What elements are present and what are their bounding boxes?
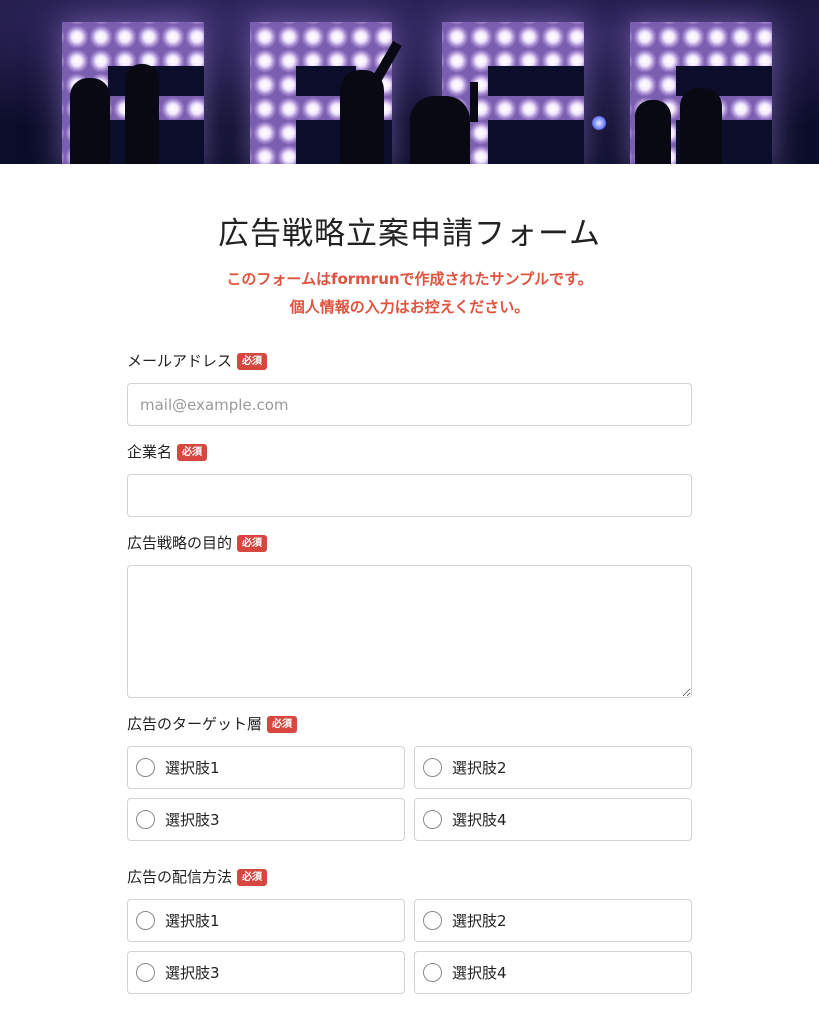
email-input[interactable]	[127, 383, 692, 426]
delivery-label-row: 広告の配信方法 必須	[127, 865, 692, 889]
target-option-1[interactable]: 選択肢1	[127, 746, 405, 789]
notice-line-2: 個人情報の入力はお控えください。	[289, 298, 530, 316]
target-radio-group: 選択肢1 選択肢2 選択肢3 選択肢4	[127, 746, 692, 841]
silhouette-person	[410, 96, 470, 164]
target-label-row: 広告のターゲット層 必須	[127, 712, 692, 736]
radio-circle-icon[interactable]	[136, 911, 155, 930]
delivery-radio-group: 選択肢1 選択肢2 選択肢3 選択肢4	[127, 899, 692, 994]
silhouette-person	[125, 64, 159, 164]
delivery-option-4[interactable]: 選択肢4	[414, 951, 692, 994]
company-input[interactable]	[127, 474, 692, 517]
option-label: 選択肢4	[452, 964, 507, 982]
target-field-group: 広告のターゲット層 必須 選択肢1 選択肢2 選択肢3 選択肢4	[127, 712, 692, 841]
delivery-field-group: 広告の配信方法 必須 選択肢1 選択肢2 選択肢3 選択肢4	[127, 865, 692, 994]
silhouette-person	[680, 88, 722, 164]
purpose-field-group: 広告戦略の目的 必須	[127, 531, 692, 698]
email-label-row: メールアドレス 必須	[127, 349, 692, 373]
delivery-option-3[interactable]: 選択肢3	[127, 951, 405, 994]
company-label: 企業名	[127, 443, 173, 461]
purpose-label: 広告戦略の目的	[127, 534, 233, 552]
hero-banner-image	[0, 0, 819, 164]
target-label: 広告のターゲット層	[127, 715, 263, 733]
option-label: 選択肢3	[165, 964, 220, 982]
notice-line-1: このフォームはformrunで作成されたサンプルです。	[226, 270, 593, 288]
target-option-4[interactable]: 選択肢4	[414, 798, 692, 841]
radio-circle-icon[interactable]	[423, 810, 442, 829]
required-badge: 必須	[237, 869, 268, 886]
target-option-2[interactable]: 選択肢2	[414, 746, 692, 789]
option-label: 選択肢2	[452, 759, 507, 777]
radio-circle-icon[interactable]	[423, 911, 442, 930]
silhouette-person	[70, 78, 110, 164]
sample-notice: このフォームはformrunで作成されたサンプルです。 個人情報の入力はお控えく…	[127, 265, 692, 321]
radio-circle-icon[interactable]	[136, 963, 155, 982]
form-title: 広告戦略立案申請フォーム	[217, 216, 602, 252]
silhouette-person	[635, 100, 671, 164]
required-badge: 必須	[237, 535, 268, 552]
option-label: 選択肢1	[165, 912, 220, 930]
email-label: メールアドレス	[127, 352, 233, 370]
radio-circle-icon[interactable]	[423, 758, 442, 777]
delivery-label: 広告の配信方法	[127, 868, 233, 886]
radio-circle-icon[interactable]	[136, 810, 155, 829]
required-badge: 必須	[267, 716, 298, 733]
option-label: 選択肢2	[452, 912, 507, 930]
purpose-label-row: 広告戦略の目的 必須	[127, 531, 692, 555]
radio-circle-icon[interactable]	[136, 758, 155, 777]
email-field-group: メールアドレス 必須	[127, 349, 692, 426]
form-container: 広告戦略立案申請フォーム このフォームはformrunで作成されたサンプルです。…	[127, 164, 692, 994]
required-badge: 必須	[237, 353, 268, 370]
option-label: 選択肢3	[165, 811, 220, 829]
target-option-3[interactable]: 選択肢3	[127, 798, 405, 841]
company-field-group: 企業名 必須	[127, 440, 692, 517]
company-label-row: 企業名 必須	[127, 440, 692, 464]
stage-spotlight-icon	[592, 116, 606, 130]
delivery-option-1[interactable]: 選択肢1	[127, 899, 405, 942]
option-label: 選択肢4	[452, 811, 507, 829]
required-badge: 必須	[177, 444, 208, 461]
option-label: 選択肢1	[165, 759, 220, 777]
silhouette-arm	[470, 82, 478, 122]
delivery-option-2[interactable]: 選択肢2	[414, 899, 692, 942]
radio-circle-icon[interactable]	[423, 963, 442, 982]
purpose-textarea[interactable]	[127, 565, 692, 698]
